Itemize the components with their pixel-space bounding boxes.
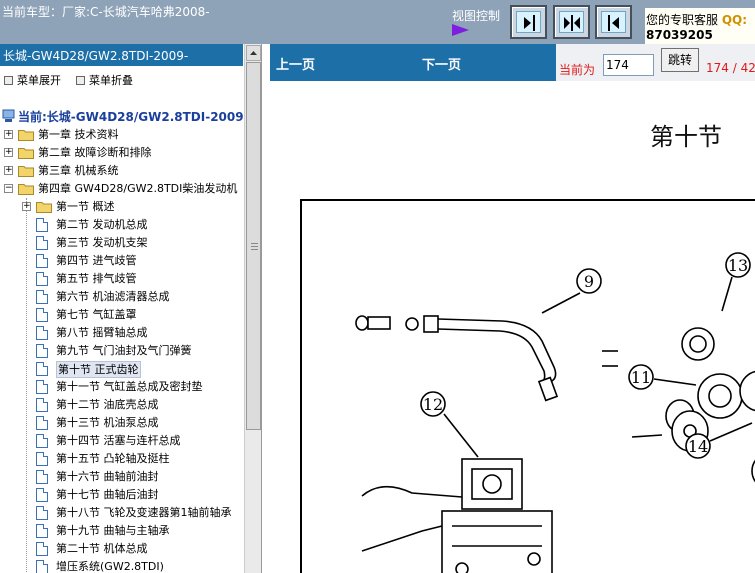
view-right-panel-button[interactable] [595,5,632,39]
service-label: 您的专职客服 [646,13,719,27]
view-control: 视图控制 [452,7,501,36]
expand-icon [4,76,13,85]
customer-service-box: 您的专职客服 QQ: 87039205 [645,8,755,44]
section-label: 第九节 气门油封及气门弹簧 [56,344,192,357]
chapter-label: 第一章 技术资料 [38,128,119,141]
show-left-panel-icon [524,15,535,31]
section-heading: 第十节 [650,123,722,151]
section-label: 第十六节 曲轴前油封 [56,470,159,483]
document-icon [36,218,48,232]
section-label: 第六节 机油滤清器总成 [56,290,170,303]
section-label: 第八节 摇臂轴总成 [56,326,148,339]
sidebar: 长城-GW4D28/GW2.8TDI-2009- 菜单展开 菜单折叠 当前:长城… [0,44,262,573]
document-icon [36,470,48,484]
document-icon [36,308,48,322]
current-page-label: 当前为 [559,63,596,77]
document-icon [36,398,48,412]
callout-14: 14 [688,437,708,456]
sidebar-title: 长城-GW4D28/GW2.8TDI-2009- [0,44,243,66]
view-split-button[interactable] [553,5,590,39]
current-car-model: 当前车型：厂家:C-长城汽车哈弗2008- [2,5,210,19]
chapter-label: 第三章 机械系统 [38,164,119,177]
document-icon [36,290,48,304]
page-number-input[interactable] [603,54,654,76]
section-label: 第十四节 活塞与连杆总成 [56,434,181,447]
jump-button[interactable]: 跳转 [661,48,699,72]
document-icon [36,416,48,430]
document-icon [36,452,48,466]
section-label: 第十节 正式齿轮 [56,361,141,378]
next-page-link[interactable]: 下一页 [422,54,461,73]
section-label: 第一节 概述 [56,200,115,213]
parts-diagram: 9 12 11 13 14 [300,199,755,573]
callout-11: 11 [631,368,651,387]
expand-node-icon[interactable]: + [22,202,31,211]
section-label: 增压系统(GW2.8TDI) [56,560,164,573]
section-label: 第十九节 曲轴与主轴承 [56,524,170,537]
timing-gear-exploded-diagram: 9 12 11 13 14 [355,252,755,573]
section-label: 第二十节 机体总成 [56,542,148,555]
section-label: 第五节 排气歧管 [56,272,137,285]
section-label: 第十一节 气缸盖总成及密封垫 [56,380,203,393]
chapter-label: 第四章 GW4D28/GW2.8TDI柴油发动机 [38,182,238,195]
section-label: 第二节 发动机总成 [56,218,148,231]
collapse-node-icon[interactable]: − [4,184,13,193]
menu-collapse-button[interactable]: 菜单折叠 [76,72,133,88]
section-label: 第四节 进气歧管 [56,254,137,267]
document-icon [36,344,48,358]
section-label: 第三节 发动机支架 [56,236,148,249]
play-arrow-icon [452,24,469,36]
page-jump-box: 当前为 跳转 174 / 422 [556,44,755,81]
document-icon [36,488,48,502]
prev-page-link[interactable]: 上一页 [276,54,315,73]
document-icon [36,254,48,268]
section-label: 第十三节 机油泵总成 [56,416,159,429]
document-icon [36,236,48,250]
callout-9: 9 [584,272,594,291]
section-label: 第十七节 曲轴后油封 [56,488,159,501]
view-control-label: 视图控制 [452,9,501,23]
expand-node-icon[interactable]: + [4,130,13,139]
top-bar: 当前车型：厂家:C-长城汽车哈弗2008- 视图控制 您的专职客服 QQ: 87… [0,0,755,44]
document-icon [36,542,48,556]
document-viewer: 第十节 9 12 11 13 14 [272,81,755,573]
hide-left-panel-icon [608,15,619,31]
document-icon [36,506,48,520]
document-icon [36,434,48,448]
document-icon [36,560,48,573]
collapse-icon [76,76,85,85]
scroll-thumb[interactable] [246,62,261,430]
menu-expand-button[interactable]: 菜单展开 [4,72,61,88]
document-icon [36,524,48,538]
tree-root[interactable]: 当前:长城-GW4D28/GW2.8TDI-2009- [2,108,249,124]
arrow-up-icon [250,51,257,55]
document-icon [36,362,48,376]
expand-node-icon[interactable]: + [4,148,13,157]
document-icon [36,272,48,286]
qq-number: 87039205 [646,28,713,42]
document-icon [36,380,48,394]
callout-12: 12 [423,395,443,414]
computer-icon [2,109,15,122]
section-label: 第七节 气缸盖罩 [56,308,137,321]
page-count: 174 / 422 [706,61,755,75]
expand-node-icon[interactable]: + [4,166,13,175]
qq-label[interactable]: QQ: [722,13,747,27]
sidebar-scrollbar[interactable] [244,44,261,573]
split-view-icon [564,15,580,31]
section-label: 第十八节 飞轮及变速器第1轴前轴承 [56,506,232,519]
document-icon [36,326,48,340]
callout-13: 13 [728,256,748,275]
chapter-label: 第二章 故障诊断和排除 [38,146,152,159]
scroll-up-button[interactable] [246,45,261,61]
section-label: 第十五节 凸轮轴及挺柱 [56,452,170,465]
view-left-panel-button[interactable] [510,5,547,39]
section-label: 第十二节 油底壳总成 [56,398,159,411]
